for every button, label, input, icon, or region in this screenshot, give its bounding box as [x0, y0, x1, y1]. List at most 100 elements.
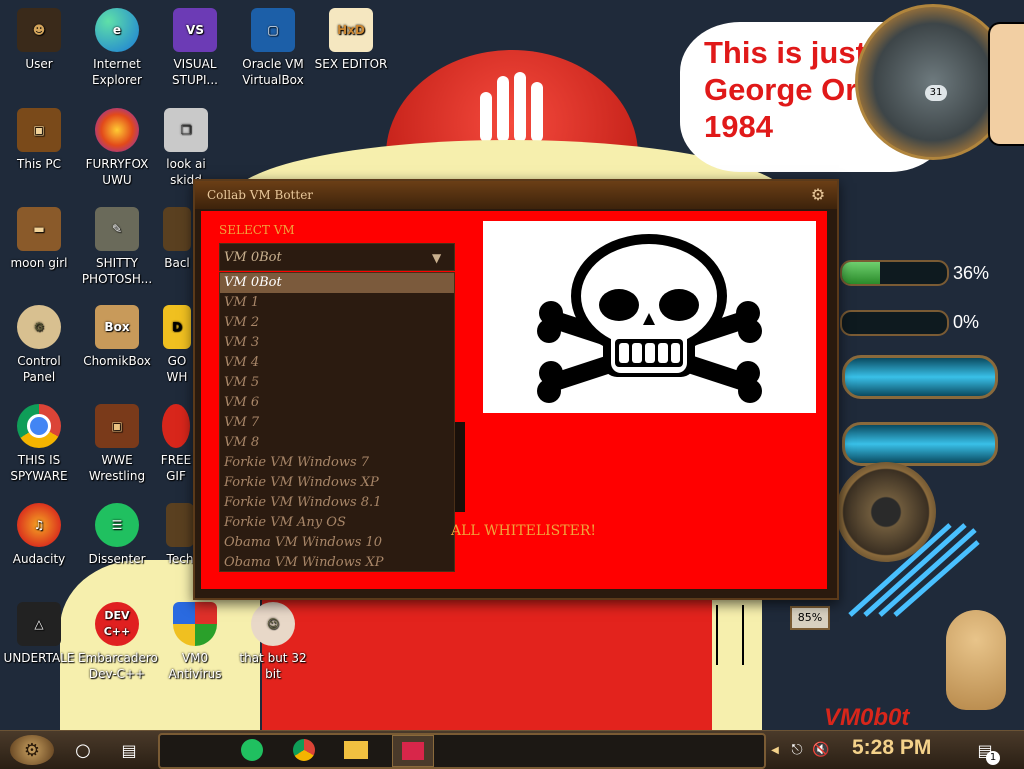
settings-gear-icon[interactable]: ⚙: [809, 186, 827, 204]
wallpaper-red-body: [262, 590, 762, 730]
taskbar-clock[interactable]: 5:28 PM: [852, 736, 931, 760]
desktop-icon-go-wh[interactable]: D GO WH: [162, 305, 192, 385]
botter-icon: [402, 742, 424, 760]
cortana-button[interactable]: ○: [66, 735, 100, 765]
portrait-icon: ☺: [251, 602, 295, 646]
whitelister-text: ALL WHITELISTER!: [451, 523, 596, 539]
vm-option[interactable]: VM 6: [220, 393, 454, 413]
network-tray-icon[interactable]: ⎋: [786, 735, 808, 765]
vm-option[interactable]: VM 7: [220, 413, 454, 433]
dissenter-icon: ☰: [95, 503, 139, 547]
desktop-icon-label: This PC: [17, 157, 61, 171]
virtualbox-icon: ▢: [251, 8, 295, 52]
wrestling-icon: ▣: [95, 404, 139, 448]
vm-option[interactable]: VM 0Bot: [220, 273, 454, 293]
desktop-icon-label: WWE Wrestling: [88, 453, 146, 483]
desktop-icon-back[interactable]: Bacl: [162, 207, 192, 271]
firefox-icon: [95, 108, 139, 152]
tray-expand-button[interactable]: ◀: [768, 735, 782, 765]
notification-count-badge: 1: [986, 751, 1000, 765]
vm-option[interactable]: VM 4: [220, 353, 454, 373]
vm-option[interactable]: VM 8: [220, 433, 454, 453]
window-titlebar[interactable]: Collab VM Botter: [195, 181, 837, 209]
taskbar: ⚙ ○ ▤ ◀ ⎋ 🔇 5:28 PM ▤ 1: [0, 730, 1024, 769]
small-readout: 85%: [790, 606, 830, 630]
vm-option[interactable]: VM 2: [220, 313, 454, 333]
taskbar-dissenter[interactable]: [236, 735, 268, 765]
visual-studio-icon: VS: [173, 8, 217, 52]
desktop-icon-label: Bacl: [164, 256, 190, 270]
desktop-icon-firefox[interactable]: FURRYFOX UWU: [78, 108, 156, 188]
cartoon-face: [988, 22, 1024, 146]
vm-option[interactable]: Obama VM Windows 10: [220, 533, 454, 553]
desktop-icon-this-pc[interactable]: ▣ This PC: [0, 108, 78, 172]
hidden-panel: [455, 422, 465, 512]
tube-2: [842, 422, 998, 466]
desktop-icon-undertale[interactable]: △ UNDERTALE: [0, 602, 78, 666]
vm-option[interactable]: Forkie VM Windows 7: [220, 453, 454, 473]
vm-option[interactable]: Forkie VM Windows 8.1: [220, 493, 454, 513]
desktop-icon-label: GO WH: [166, 354, 188, 384]
desktop-icon-label: VISUAL STUPI...: [172, 57, 218, 87]
taskbar-chrome[interactable]: [288, 735, 320, 765]
desktop-icon-visual-studio[interactable]: VS VISUAL STUPI...: [156, 8, 234, 88]
desktop-icon-label: ChomikBox: [83, 354, 151, 368]
cpu-gauge-fill: [842, 262, 880, 284]
desktop-icon-virtualbox[interactable]: ▢ Oracle VM VirtualBox: [234, 8, 312, 88]
desktop-icon-dev-cpp[interactable]: DEV C++ Embarcadero Dev-C++: [78, 602, 158, 682]
tech-icon: [166, 503, 194, 547]
desktop-icon-look-ai[interactable]: ❐ look ai skidd: [156, 108, 216, 188]
start-icon: ⚙: [23, 739, 41, 761]
dissenter-icon: [241, 739, 263, 761]
desktop-icon-label: that but 32 bit: [239, 651, 307, 681]
apple-icon: [162, 404, 190, 448]
volume-tray-icon[interactable]: 🔇: [810, 735, 832, 765]
desktop-icon-moon-girl[interactable]: ▬ moon girl: [0, 207, 78, 271]
memory-gauge-label: 0%: [953, 312, 980, 332]
cpu-gauge: [840, 260, 949, 286]
gimp-icon: ✎: [95, 207, 139, 251]
network-icon: ⎋: [791, 742, 803, 758]
desktop-icon-32-bit[interactable]: ☺ that but 32 bit: [234, 602, 312, 682]
dropdown-arrow-icon[interactable]: ▼: [432, 250, 448, 266]
desktop-icon-label: Control Panel: [17, 354, 61, 384]
select-vm-label: SELECT VM: [219, 223, 295, 237]
vm-option[interactable]: Forkie VM Windows XP: [220, 473, 454, 493]
desktop-icon-label: moon girl: [10, 256, 68, 270]
watermark: VM0b0t: [824, 704, 910, 730]
vm-option[interactable]: VM 1: [220, 293, 454, 313]
desktop-icon-chomikbox[interactable]: Box ChomikBox: [78, 305, 156, 369]
vm-option[interactable]: Forkie VM Any OS: [220, 513, 454, 533]
desktop-icon-user[interactable]: ☻ User: [0, 8, 78, 72]
desktop-icon-photoshop[interactable]: ✎ SHITTY PHOTOSH...: [78, 207, 156, 287]
wallpaper-stickman-mouth: [716, 605, 744, 665]
vm-select-dropdown[interactable]: VM 0Bot ▼: [219, 243, 455, 271]
taskbar-file-explorer[interactable]: [340, 735, 372, 765]
window-body: SELECT VM VM 0Bot ▼ VM 0Bot VM 1 VM 2 VM 3V…: [201, 211, 827, 589]
start-button[interactable]: ⚙: [10, 735, 54, 765]
desktop-icon-dissenter[interactable]: ☰ Dissenter: [78, 503, 156, 567]
skull-image: [483, 221, 816, 413]
desktop-icon-internet-explorer[interactable]: e Internet Explorer: [78, 8, 156, 88]
taskbar-collab-vm-botter[interactable]: [392, 735, 434, 767]
desktop-icon-wwe-wrestling[interactable]: ▣ WWE Wrestling: [78, 404, 156, 484]
desktop-icon-vm0-antivirus[interactable]: VM0 Antivirus: [156, 602, 234, 682]
vm-option[interactable]: VM 5: [220, 373, 454, 393]
desktop-icon-hex-editor[interactable]: HxD SEX EDITOR: [312, 8, 390, 72]
desktop-icon-label: FREE GIF: [160, 453, 192, 483]
memory-gauge: [840, 310, 949, 336]
desktop-icon-audacity[interactable]: ♫ Audacity: [0, 503, 78, 567]
desktop-icon-chrome[interactable]: THIS IS SPYWARE: [0, 404, 78, 484]
task-view-button[interactable]: ▤: [112, 735, 146, 765]
desktop-icon-control-panel[interactable]: ⚙ Control Panel: [0, 305, 78, 385]
desktop-icon-label: Audacity: [12, 552, 66, 566]
control-panel-icon: ⚙: [17, 305, 61, 349]
hamster-mascot: [946, 610, 1006, 710]
desktop-icon-label: Oracle VM VirtualBox: [242, 57, 304, 87]
vm-option[interactable]: VM 3: [220, 333, 454, 353]
shield-icon: [173, 602, 217, 646]
desktop-icon-free-gif[interactable]: FREE GIF: [156, 404, 196, 484]
desktop-icon-label: Embarcadero Dev-C++: [78, 651, 158, 681]
go-icon: D: [163, 305, 191, 349]
vm-option[interactable]: Obama VM Windows XP: [220, 553, 454, 573]
